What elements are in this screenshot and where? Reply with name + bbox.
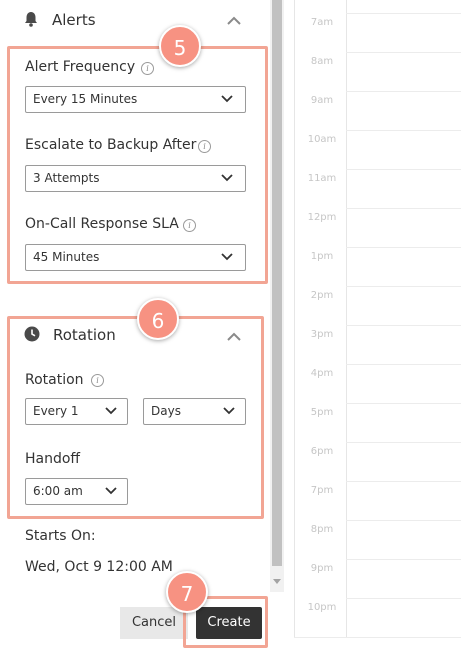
calendar-hour-label: 10am: [307, 134, 337, 145]
chevron-down-icon: [223, 407, 235, 415]
calendar-hour-label: 10pm: [307, 602, 337, 613]
alert-frequency-value: Every 15 Minutes: [33, 92, 138, 106]
chevron-down-icon: [105, 407, 117, 415]
calendar-hour-label: 4pm: [310, 368, 334, 379]
alert-frequency-select[interactable]: Every 15 Minutes: [25, 86, 246, 113]
calendar-time-slot[interactable]: [347, 326, 461, 364]
calendar-hour-label: 7am: [310, 17, 334, 28]
rotation-unit-value: Days: [151, 404, 181, 418]
chevron-down-icon: [221, 95, 233, 103]
calendar-bottom-border: [294, 637, 461, 638]
handoff-value: 6:00 am: [33, 484, 83, 498]
calendar-time-slot[interactable]: [347, 404, 461, 442]
calendar-hour-label: 8pm: [310, 524, 334, 535]
calendar-time-slot[interactable]: [347, 365, 461, 403]
calendar-time-slot[interactable]: [347, 14, 461, 52]
calendar-time-slot[interactable]: [347, 92, 461, 130]
rotation-every-value: Every 1: [33, 404, 79, 418]
calendar-hour-label: 11am: [307, 173, 337, 184]
scroll-down-arrow-icon[interactable]: [272, 578, 282, 586]
chevron-down-icon: [105, 487, 117, 495]
alert-frequency-label: Alert Frequency: [25, 59, 136, 75]
rotation-every-select[interactable]: Every 1: [25, 398, 128, 425]
step-badge-5: 5: [159, 25, 201, 67]
escalate-info-icon[interactable]: i: [198, 140, 211, 153]
response-sla-value: 45 Minutes: [33, 250, 100, 264]
chevron-down-icon: [221, 253, 233, 261]
rotation-section-title: Rotation: [53, 326, 116, 344]
chevron-down-icon: [221, 174, 233, 182]
calendar-time-slot[interactable]: [347, 287, 461, 325]
calendar-grid: 7am 8am 9am 10am 11am 12pm 1pm 2pm 3pm 4pm 5pm 6pm 7…: [294, 0, 461, 638]
rotation-unit-select[interactable]: Days: [143, 398, 246, 425]
collapse-alerts-chevron-up-icon[interactable]: [226, 16, 242, 26]
bell-icon: [25, 12, 37, 27]
calendar-time-slot[interactable]: [347, 482, 461, 520]
step-badge-7: 7: [166, 571, 208, 613]
calendar-time-slot[interactable]: [347, 170, 461, 208]
response-sla-label: On-Call Response SLA: [25, 216, 179, 232]
calendar-hour-label: 5pm: [310, 407, 334, 418]
rotation-label: Rotation: [25, 372, 84, 388]
handoff-select[interactable]: 6:00 am: [25, 478, 128, 505]
response-sla-select[interactable]: 45 Minutes: [25, 244, 246, 271]
step-badge-6: 6: [137, 298, 179, 340]
clock-icon: [24, 326, 40, 342]
alert-frequency-info-icon[interactable]: i: [141, 62, 154, 75]
calendar-time-slot[interactable]: [347, 131, 461, 169]
handoff-label: Handoff: [25, 451, 81, 467]
calendar-time-slot[interactable]: [347, 443, 461, 481]
escalate-label: Escalate to Backup After: [25, 137, 197, 153]
cancel-button[interactable]: Cancel: [120, 607, 188, 639]
calendar-hour-label: 6pm: [310, 446, 334, 457]
calendar-hour-label: 12pm: [307, 212, 337, 223]
calendar-hour-label: 2pm: [310, 290, 334, 301]
calendar-hour-label: 3pm: [310, 329, 334, 340]
response-sla-info-icon[interactable]: i: [183, 219, 196, 232]
calendar-time-slot[interactable]: [347, 521, 461, 559]
calendar-hour-label: 8am: [310, 56, 334, 67]
calendar-time-slot[interactable]: [347, 248, 461, 286]
calendar-hour-label: 9am: [310, 95, 334, 106]
escalate-value: 3 Attempts: [33, 171, 100, 185]
create-button[interactable]: Create: [196, 607, 262, 639]
calendar-left-border: [294, 0, 295, 638]
calendar-hour-label: 1pm: [310, 251, 334, 262]
calendar-time-slot[interactable]: [347, 560, 461, 598]
starts-on-label: Starts On:: [25, 528, 96, 544]
alerts-section-title: Alerts: [52, 11, 96, 29]
calendar-hour-label: 7pm: [310, 485, 334, 496]
rotation-info-icon[interactable]: i: [91, 374, 104, 387]
calendar-time-slot[interactable]: [347, 209, 461, 247]
panel-scrollbar-thumb[interactable]: [272, 0, 282, 566]
calendar-time-slot[interactable]: [347, 599, 461, 637]
calendar-hour-label: 9pm: [310, 563, 334, 574]
collapse-rotation-chevron-up-icon[interactable]: [226, 332, 242, 342]
starts-on-value: Wed, Oct 9 12:00 AM: [25, 559, 173, 575]
escalate-select[interactable]: 3 Attempts: [25, 165, 246, 192]
calendar-time-slot[interactable]: [347, 53, 461, 91]
